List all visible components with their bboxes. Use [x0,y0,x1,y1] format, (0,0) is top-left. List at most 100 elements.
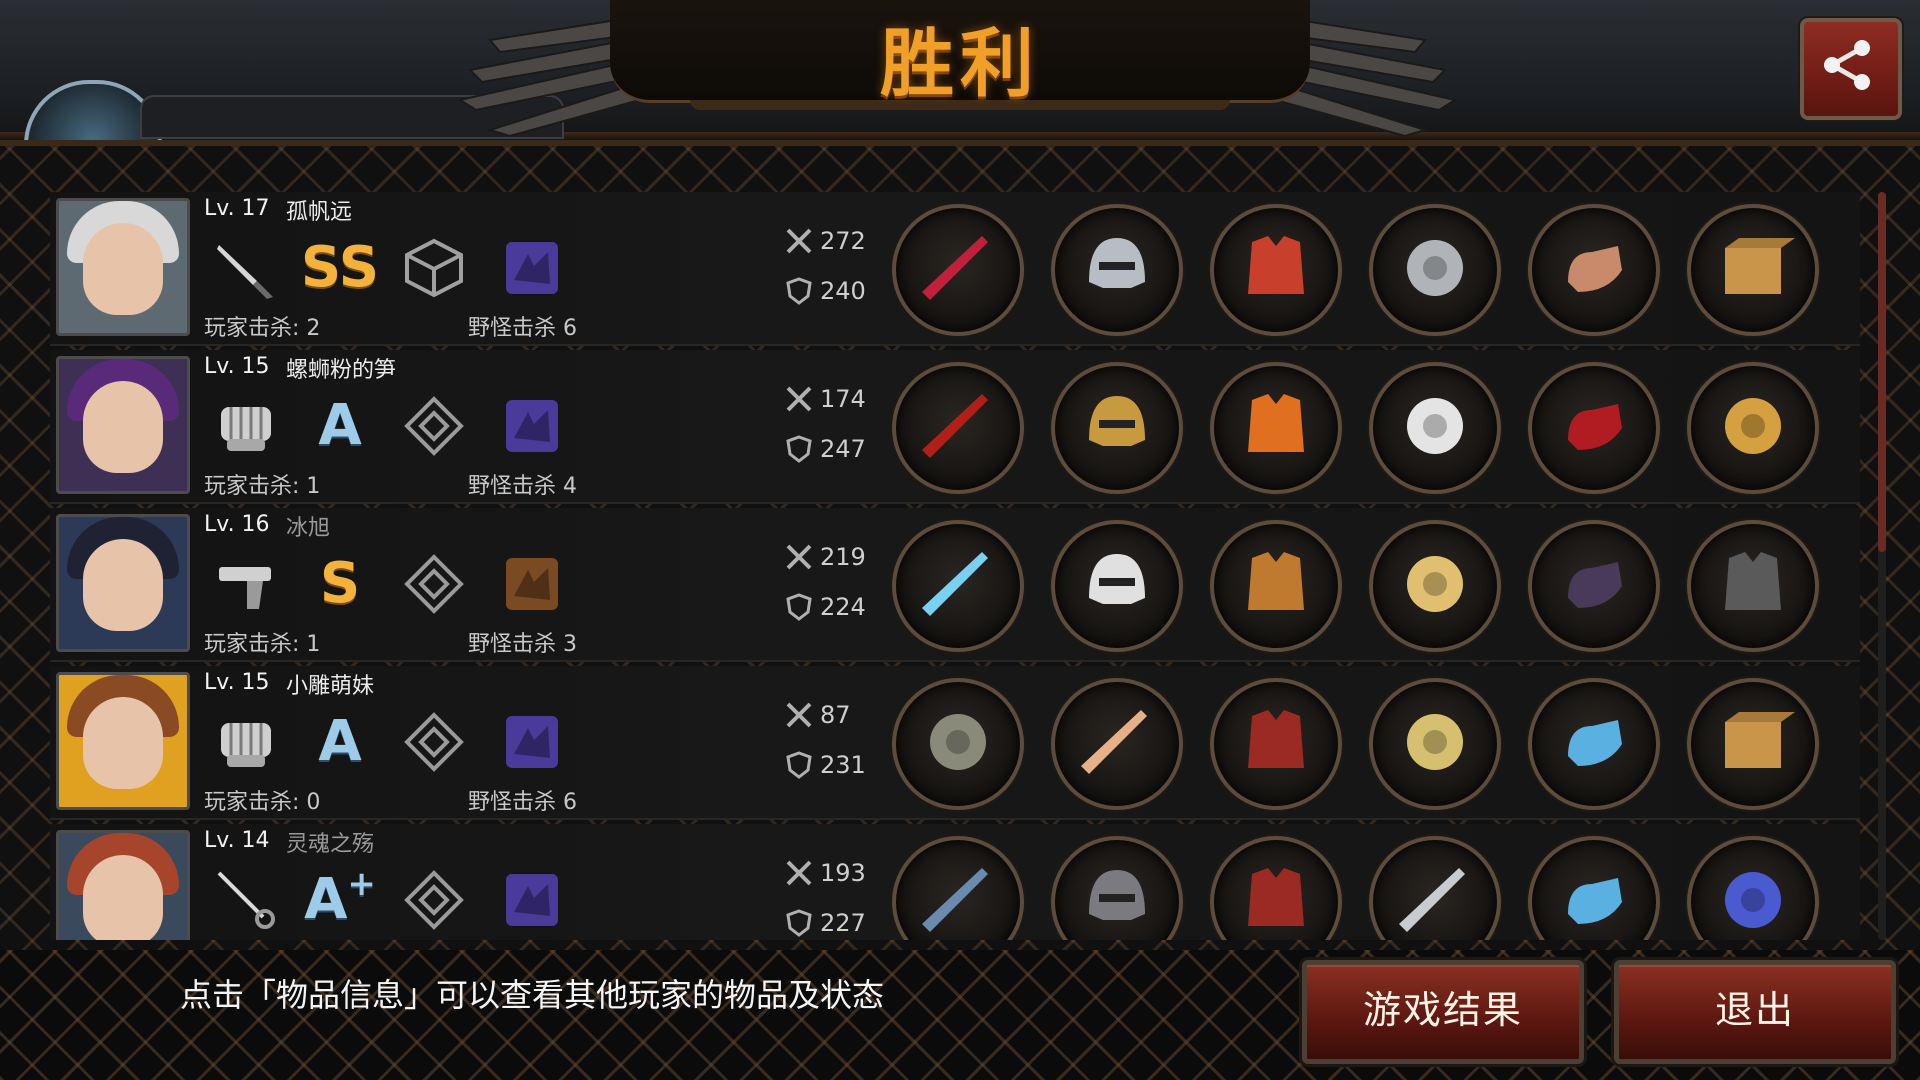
equipment-slot[interactable] [1687,678,1819,810]
player-row[interactable]: Lv. 15 螺蛳粉的笋 A 玩家击杀: 1 野怪击杀 4 174 247 [50,350,1860,504]
equipment-slot[interactable] [1369,520,1501,652]
player-level: Lv. 15 [204,354,270,379]
player-name: 孤帆远 [286,200,353,225]
equipment-slot[interactable] [1687,362,1819,494]
attack-value: 193 [820,859,866,887]
equipment-slot[interactable] [1528,520,1660,652]
player-avatar[interactable] [56,514,190,652]
equipment-slot[interactable] [1051,678,1183,810]
shield-icon [786,435,812,463]
silver-helmet-icon [1071,222,1163,318]
sword-icon [786,386,812,412]
equipment-slot[interactable] [892,520,1024,652]
player-name: 螺蛳粉的笋 [286,358,397,383]
attack-value: 87 [820,701,851,729]
player-avatar[interactable] [56,672,190,810]
player-avatar[interactable] [56,198,190,336]
player-list[interactable]: Lv. 17 孤帆远 SS 玩家击杀: 2 野怪击杀 6 272 240 Lv. 15 螺蛳粉的… [50,192,1860,940]
equipment-slot[interactable] [1528,836,1660,940]
red-heels-icon [1548,380,1640,476]
player-row[interactable]: Lv. 14 灵魂之殇 A+ 193 227 [50,824,1860,940]
monster-card-icon [496,706,568,778]
trident-icon [912,854,1004,940]
player-name: 灵魂之殇 [286,832,375,857]
equipment-slot[interactable] [1210,836,1342,940]
monster-kills: 野怪击杀 6 [468,316,577,341]
exit-button[interactable]: 退出 [1614,960,1896,1064]
attack-value: 219 [820,543,866,571]
monster-kills: 野怪击杀 3 [468,632,577,657]
equipment-slot[interactable] [892,204,1024,336]
equipment-slot[interactable] [1210,520,1342,652]
defense-stat: 247 [784,434,866,464]
diamond-role-icon [398,864,470,936]
equipment-slot[interactable] [1687,520,1819,652]
player-row[interactable]: Lv. 15 小雕萌妹 A 玩家击杀: 0 野怪击杀 6 87 231 [50,666,1860,820]
equipment-slot[interactable] [1528,678,1660,810]
equipment-slot[interactable] [1210,678,1342,810]
shield-icon [786,277,812,305]
equipment-slot[interactable] [1528,204,1660,336]
sword-icon [786,228,812,254]
jeweled-earrings-icon [1707,380,1799,476]
fist-icon [210,390,282,462]
equipment-slot[interactable] [1369,362,1501,494]
equipment-slot[interactable] [1051,204,1183,336]
grade-badge: SS [300,235,380,300]
shield-icon [786,593,812,621]
sword-icon [786,860,812,886]
player-kills: 玩家击杀: 1 [204,632,321,657]
bronze-armor-icon [1230,538,1322,634]
rapier-icon [210,864,282,936]
steel-disc-icon [1389,222,1481,318]
player-level: Lv. 14 [204,828,270,853]
player-row[interactable]: Lv. 16 冰旭 S 玩家击杀: 1 野怪击杀 3 219 224 [50,508,1860,662]
pistol-icon [210,548,282,620]
monster-card-icon [496,232,568,304]
winged-tiara-icon [1071,696,1163,792]
equipment-slot[interactable] [1369,678,1501,810]
equipment-slot[interactable] [1051,520,1183,652]
cube-role-icon [398,232,470,304]
sword-icon [786,702,812,728]
equipment-slot[interactable] [1210,204,1342,336]
grade-badge: A [318,709,362,774]
attack-value: 272 [820,227,866,255]
equipment-slot[interactable] [1369,204,1501,336]
player-avatar[interactable] [56,356,190,494]
equipment-slot[interactable] [1528,362,1660,494]
defense-value: 224 [820,593,866,621]
sneakers-icon [1548,696,1640,792]
sneakers-icon [1548,854,1640,940]
defense-stat: 224 [784,592,866,622]
attack-stat: 272 [784,226,866,256]
share-button[interactable] [1800,18,1902,120]
defense-stat: 227 [784,908,866,938]
player-kills: 玩家击杀: 1 [204,474,321,499]
equipment-slot[interactable] [892,836,1024,940]
knife-icon [210,232,282,304]
equipment-slot[interactable] [892,678,1024,810]
equipment-slot[interactable] [1687,204,1819,336]
victory-title: 胜利 [880,21,1040,107]
player-row[interactable]: Lv. 17 孤帆远 SS 玩家击杀: 2 野怪击杀 6 272 240 [50,192,1860,346]
game-result-button[interactable]: 游戏结果 [1302,960,1584,1064]
mystery-box-icon [1707,696,1799,792]
red-coat-icon [1230,854,1322,940]
equipment-slot[interactable] [1051,362,1183,494]
attack-stat: 87 [784,700,851,730]
grade-badge: A+ [304,864,376,932]
equipment-slot[interactable] [1210,362,1342,494]
brass-knuckles-icon [912,696,1004,792]
scrollbar-thumb[interactable] [1878,192,1886,552]
fist-icon [210,706,282,778]
equipment-slot[interactable] [892,362,1024,494]
title-plate: 胜利 [610,0,1310,110]
player-avatar[interactable] [56,830,190,940]
attack-stat: 219 [784,542,866,572]
equipment-slot[interactable] [1051,836,1183,940]
equipment-slot[interactable] [1687,836,1819,940]
equipment-slot[interactable] [1369,836,1501,940]
galaxy-orb-icon [1707,854,1799,940]
sword-icon [786,544,812,570]
